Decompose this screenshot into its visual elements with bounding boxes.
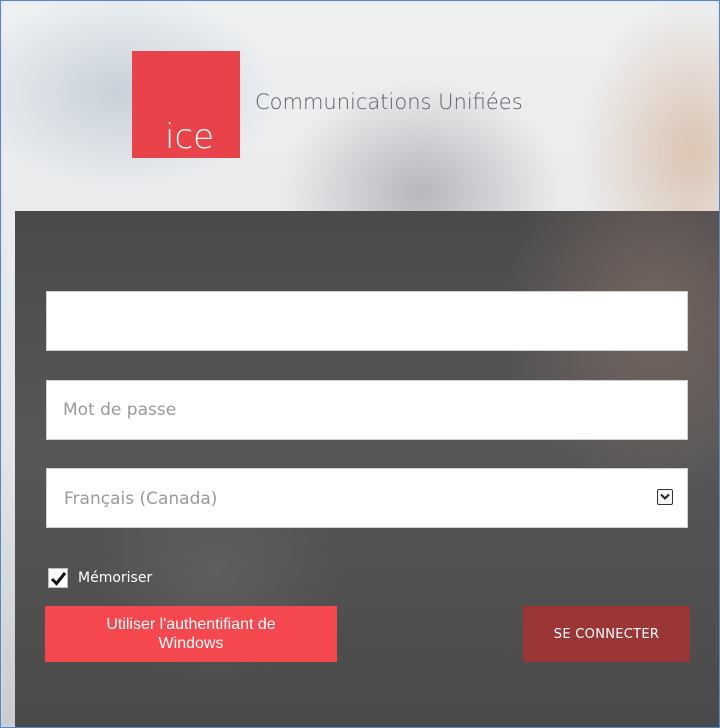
checkmark-icon — [50, 572, 67, 586]
ice-logo: ice — [132, 51, 240, 158]
connect-button[interactable]: SE CONNECTER — [523, 606, 690, 662]
remember-label: Mémoriser — [78, 570, 153, 586]
remember-checkbox[interactable] — [48, 568, 68, 588]
header: ice Communications Unifiées — [1, 1, 719, 211]
username-field[interactable] — [46, 291, 688, 351]
app-title: Communications Unifiées — [255, 90, 523, 114]
password-field[interactable] — [46, 380, 688, 440]
password-input[interactable] — [47, 381, 687, 439]
login-panel: Français (Canada) Mémoriser Utiliser l'a… — [15, 211, 719, 727]
remember-option[interactable]: Mémoriser — [48, 568, 152, 588]
language-select[interactable]: Français (Canada) — [46, 468, 688, 528]
chevron-down-icon[interactable] — [657, 489, 673, 505]
username-input[interactable] — [47, 292, 687, 350]
logo-text: ice — [165, 117, 215, 157]
login-window: ice Communications Unifiées Français (Ca… — [0, 0, 720, 728]
windows-auth-button[interactable]: Utiliser l'authentifiant de Windows — [45, 606, 337, 662]
language-selected-value: Français (Canada) — [64, 489, 218, 509]
